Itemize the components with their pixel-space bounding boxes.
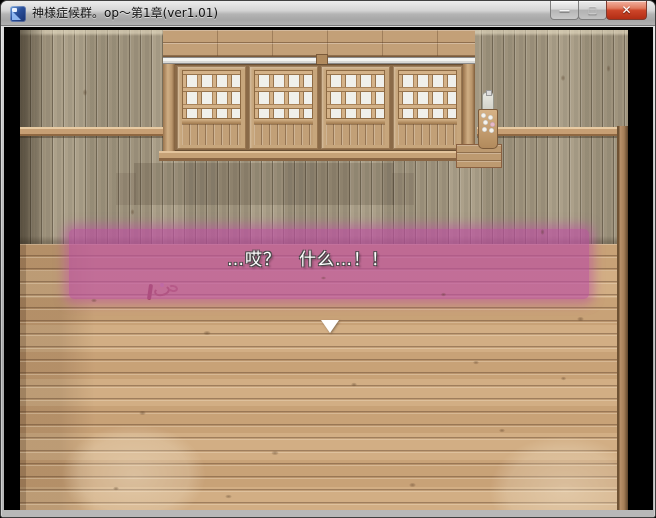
message-box: …哎？ 什么…！！: [69, 229, 589, 299]
game-screen[interactable]: …哎？ 什么…！！: [20, 30, 628, 510]
close-icon: ✕: [621, 3, 632, 17]
wood-knot: [202, 330, 212, 336]
window-title: 神様症候群。op～第1章(ver1.01): [32, 6, 219, 20]
corner-post: [617, 126, 628, 510]
app-window: 神様症候群。op～第1章(ver1.01) — □ ✕ …哎？ 什么…！！: [0, 0, 656, 518]
client-area: …哎？ 什么…！！: [4, 27, 653, 510]
window-shadow: [134, 163, 394, 205]
shoji-panel: [176, 66, 246, 149]
wood-knot: [82, 88, 88, 97]
minimize-button[interactable]: —: [550, 1, 579, 20]
wood-knot: [440, 292, 447, 297]
wood-knot: [408, 482, 417, 488]
hanging-charm: [475, 90, 501, 152]
wood-knot: [472, 360, 480, 365]
shoji-panel: [320, 66, 390, 149]
window-shadow-left: [116, 173, 136, 205]
close-button[interactable]: ✕: [606, 1, 647, 20]
window-post-right: [463, 64, 475, 151]
shoji-lower-planks: [181, 124, 241, 145]
wood-knot: [350, 382, 358, 387]
wood-knot: [130, 208, 135, 216]
window-shadow-right: [392, 173, 414, 205]
wood-knot: [560, 376, 567, 381]
maximize-button[interactable]: □: [578, 1, 607, 20]
shoji-grid: [325, 70, 385, 119]
window-lintel: [163, 30, 475, 57]
minimize-icon: —: [559, 3, 570, 17]
shoji-window: [163, 64, 475, 151]
titlebar[interactable]: 神様症候群。op～第1章(ver1.01) — □ ✕: [1, 1, 655, 26]
message-text: …哎？ 什么…！！: [227, 250, 389, 270]
wood-knot: [498, 428, 506, 433]
room-wall: [20, 30, 628, 244]
shoji-lower-planks: [397, 124, 457, 145]
window-post-left: [163, 64, 175, 151]
app-icon: [10, 6, 26, 22]
wood-knot: [540, 228, 545, 236]
wood-knot: [320, 276, 327, 280]
shoji-grid: [397, 70, 457, 119]
wood-knot: [112, 486, 120, 491]
wood-knot: [270, 450, 280, 456]
pause-cursor-icon: [321, 320, 339, 333]
shoji-lower-planks: [325, 124, 385, 145]
shoji-panel: [248, 66, 318, 149]
window-controls: — □ ✕: [550, 1, 647, 20]
maximize-icon: □: [587, 4, 598, 16]
window-sill: [159, 151, 479, 161]
wood-knot: [606, 64, 611, 73]
wood-knot: [90, 298, 98, 303]
wood-knot: [138, 410, 147, 416]
wall-rail-left: [20, 127, 163, 138]
charm-flowers: [480, 112, 496, 134]
shoji-grid: [253, 70, 313, 119]
shoji-lower-planks: [253, 124, 313, 145]
wood-knot: [224, 494, 233, 499]
wood-knot: [560, 74, 566, 82]
shoji-panel: [392, 66, 462, 149]
shoji-grid: [181, 70, 241, 119]
wood-knot: [576, 316, 585, 322]
